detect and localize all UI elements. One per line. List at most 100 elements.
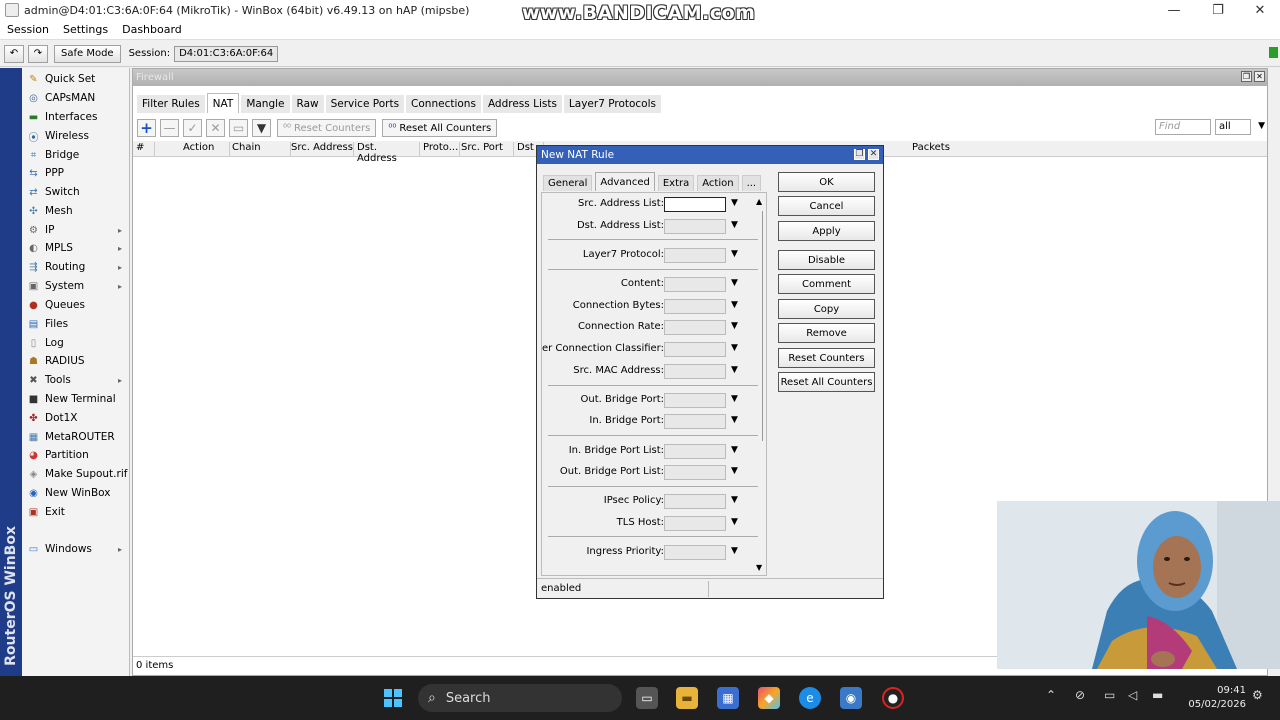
scroll-up-icon[interactable]: ▲ bbox=[756, 197, 762, 206]
tls-host-input[interactable] bbox=[664, 516, 726, 531]
enable-rule-icon[interactable]: ✓ bbox=[183, 119, 202, 137]
menu-session[interactable]: Session bbox=[0, 23, 56, 36]
tab-nat[interactable]: NAT bbox=[206, 93, 240, 113]
filter-select[interactable]: all bbox=[1215, 119, 1251, 135]
sidebar-item-radius[interactable]: ☗ RADIUS bbox=[22, 352, 130, 370]
tab-connections[interactable]: Connections bbox=[406, 95, 481, 113]
sidebar-item-dot1x[interactable]: ✤ Dot1X bbox=[22, 409, 130, 427]
sidebar-item-quick-set[interactable]: ✎ Quick Set bbox=[22, 70, 130, 88]
connection-rate-input[interactable] bbox=[664, 320, 726, 335]
src-mac-address-input[interactable] bbox=[664, 364, 726, 379]
src-address-list-input[interactable] bbox=[664, 197, 726, 212]
scroll-down-icon[interactable]: ▼ bbox=[756, 563, 762, 572]
col-dst-address[interactable]: Dst. Address bbox=[354, 142, 420, 164]
dialog-restore-icon[interactable]: ❐ bbox=[854, 149, 865, 160]
store-icon[interactable]: ▦ bbox=[717, 687, 739, 709]
col-action[interactable]: Action bbox=[180, 142, 230, 156]
minimize-button[interactable]: — bbox=[1152, 0, 1196, 20]
col-packets[interactable]: Packets bbox=[909, 142, 1269, 156]
in-bridge-port-input[interactable] bbox=[664, 414, 726, 429]
filter-dropdown-icon[interactable]: ▼ bbox=[1258, 121, 1265, 131]
dropdown-icon[interactable]: ▼ bbox=[731, 445, 738, 455]
tab-service-ports[interactable]: Service Ports bbox=[325, 95, 405, 113]
sidebar-item-new-winbox[interactable]: ◉ New WinBox bbox=[22, 484, 130, 502]
dialog-tab-more[interactable]: ... bbox=[741, 175, 762, 191]
display-icon[interactable]: ▭ bbox=[1104, 688, 1115, 702]
start-icon[interactable] bbox=[382, 687, 404, 709]
dialog-tab-advanced[interactable]: Advanced bbox=[595, 172, 655, 191]
reset-counters-button[interactable]: Reset Counters bbox=[778, 348, 875, 368]
sidebar-item-new-terminal[interactable]: ■ New Terminal bbox=[22, 390, 130, 408]
layer7-protocol-input[interactable] bbox=[664, 248, 726, 263]
ingress-priority-input[interactable] bbox=[664, 545, 726, 560]
sidebar-item-system[interactable]: ▣ System ▸ bbox=[22, 277, 130, 295]
dialog-tab-action[interactable]: Action bbox=[697, 175, 739, 191]
dropdown-icon[interactable]: ▼ bbox=[731, 278, 738, 288]
sidebar-item-ppp[interactable]: ⇆ PPP bbox=[22, 164, 130, 182]
tab-filter-rules[interactable]: Filter Rules bbox=[137, 95, 205, 113]
tab-layer7-protocols[interactable]: Layer7 Protocols bbox=[563, 95, 661, 113]
tray-overflow-icon[interactable]: ⌃ bbox=[1046, 688, 1056, 702]
edge-icon[interactable]: e bbox=[799, 687, 821, 709]
sidebar-item-mesh[interactable]: ✣ Mesh bbox=[22, 202, 130, 220]
file-explorer-icon[interactable]: ▬ bbox=[676, 687, 698, 709]
dropdown-icon[interactable]: ▼ bbox=[731, 198, 738, 208]
dropdown-icon[interactable]: ▼ bbox=[731, 546, 738, 556]
firewall-restore-icon[interactable]: ❐ bbox=[1241, 71, 1252, 82]
scroll-thumb[interactable] bbox=[755, 211, 763, 441]
sidebar-item-windows[interactable]: ▭ Windows ▸ bbox=[22, 540, 130, 558]
col-protocol[interactable]: Proto... bbox=[420, 142, 460, 156]
remove-button[interactable]: Remove bbox=[778, 323, 875, 343]
apply-button[interactable]: Apply bbox=[778, 221, 875, 241]
per-connection-classifier-input[interactable] bbox=[664, 342, 726, 357]
taskbar-search[interactable]: ⌕ Search bbox=[418, 684, 622, 712]
taskbar-clock[interactable]: 09:41 05/02/2026 bbox=[1180, 684, 1246, 712]
col-chain[interactable]: Chain bbox=[229, 142, 291, 156]
sidebar-item-exit[interactable]: ▣ Exit bbox=[22, 503, 130, 521]
dropdown-icon[interactable]: ▼ bbox=[731, 517, 738, 527]
task-view-icon[interactable]: ▭ bbox=[636, 687, 658, 709]
dropdown-icon[interactable]: ▼ bbox=[731, 300, 738, 310]
battery-icon[interactable]: ▬ bbox=[1152, 688, 1163, 702]
sidebar-item-make-supout-rif[interactable]: ◈ Make Supout.rif bbox=[22, 465, 130, 483]
sidebar-item-files[interactable]: ▤ Files bbox=[22, 315, 130, 333]
out-bridge-port-input[interactable] bbox=[664, 393, 726, 408]
maximize-button[interactable]: ❐ bbox=[1196, 0, 1240, 20]
undo-button[interactable]: ↶ bbox=[4, 44, 24, 63]
dialog-close-icon[interactable]: ✕ bbox=[868, 149, 879, 160]
sidebar-item-tools[interactable]: ✖ Tools ▸ bbox=[22, 371, 130, 389]
col-src-port[interactable]: Src. Port bbox=[458, 142, 514, 156]
dropdown-icon[interactable]: ▼ bbox=[731, 220, 738, 230]
reset-counters-button[interactable]: ⁰⁰ Reset Counters bbox=[277, 119, 377, 137]
menu-settings[interactable]: Settings bbox=[56, 23, 115, 36]
in-bridge-port-list-input[interactable] bbox=[664, 444, 726, 459]
dropdown-icon[interactable]: ▼ bbox=[731, 365, 738, 375]
dropdown-icon[interactable]: ▼ bbox=[731, 321, 738, 331]
dialog-tab-general[interactable]: General bbox=[543, 175, 593, 191]
sidebar-item-log[interactable]: ▯ Log bbox=[22, 334, 130, 352]
menu-dashboard[interactable]: Dashboard bbox=[115, 23, 189, 36]
sidebar-item-ip[interactable]: ⚙ IP ▸ bbox=[22, 221, 130, 239]
sidebar-item-routing[interactable]: ⇶ Routing ▸ bbox=[22, 258, 130, 276]
ok-button[interactable]: OK bbox=[778, 172, 875, 192]
sidebar-item-queues[interactable]: ● Queues bbox=[22, 296, 130, 314]
copy-button[interactable]: Copy bbox=[778, 299, 875, 319]
firewall-close-icon[interactable]: ✕ bbox=[1254, 71, 1265, 82]
sidebar-item-interfaces[interactable]: ▬ Interfaces bbox=[22, 108, 130, 126]
settings-gear-icon[interactable]: ⚙ bbox=[1252, 688, 1263, 702]
dropdown-icon[interactable]: ▼ bbox=[731, 394, 738, 404]
remove-rule-icon[interactable]: — bbox=[160, 119, 179, 137]
ipsec-policy-input[interactable] bbox=[664, 494, 726, 509]
sidebar-item-partition[interactable]: ◕ Partition bbox=[22, 446, 130, 464]
reset-all-counters-button[interactable]: Reset All Counters bbox=[778, 372, 875, 392]
sidebar-item-metarouter[interactable]: ▦ MetaROUTER bbox=[22, 428, 130, 446]
network-icon[interactable]: ⊘ bbox=[1075, 688, 1085, 702]
disable-rule-icon[interactable]: ✕ bbox=[206, 119, 225, 137]
tab-mangle[interactable]: Mangle bbox=[241, 95, 290, 113]
find-input[interactable]: Find bbox=[1155, 119, 1211, 135]
comment-rule-icon[interactable]: ▭ bbox=[229, 119, 248, 137]
add-rule-icon[interactable]: + bbox=[137, 119, 156, 137]
copilot-icon[interactable]: ◆ bbox=[758, 687, 780, 709]
reset-all-counters-button[interactable]: ⁰⁰ Reset All Counters bbox=[382, 119, 498, 137]
close-button[interactable]: ✕ bbox=[1238, 0, 1280, 20]
